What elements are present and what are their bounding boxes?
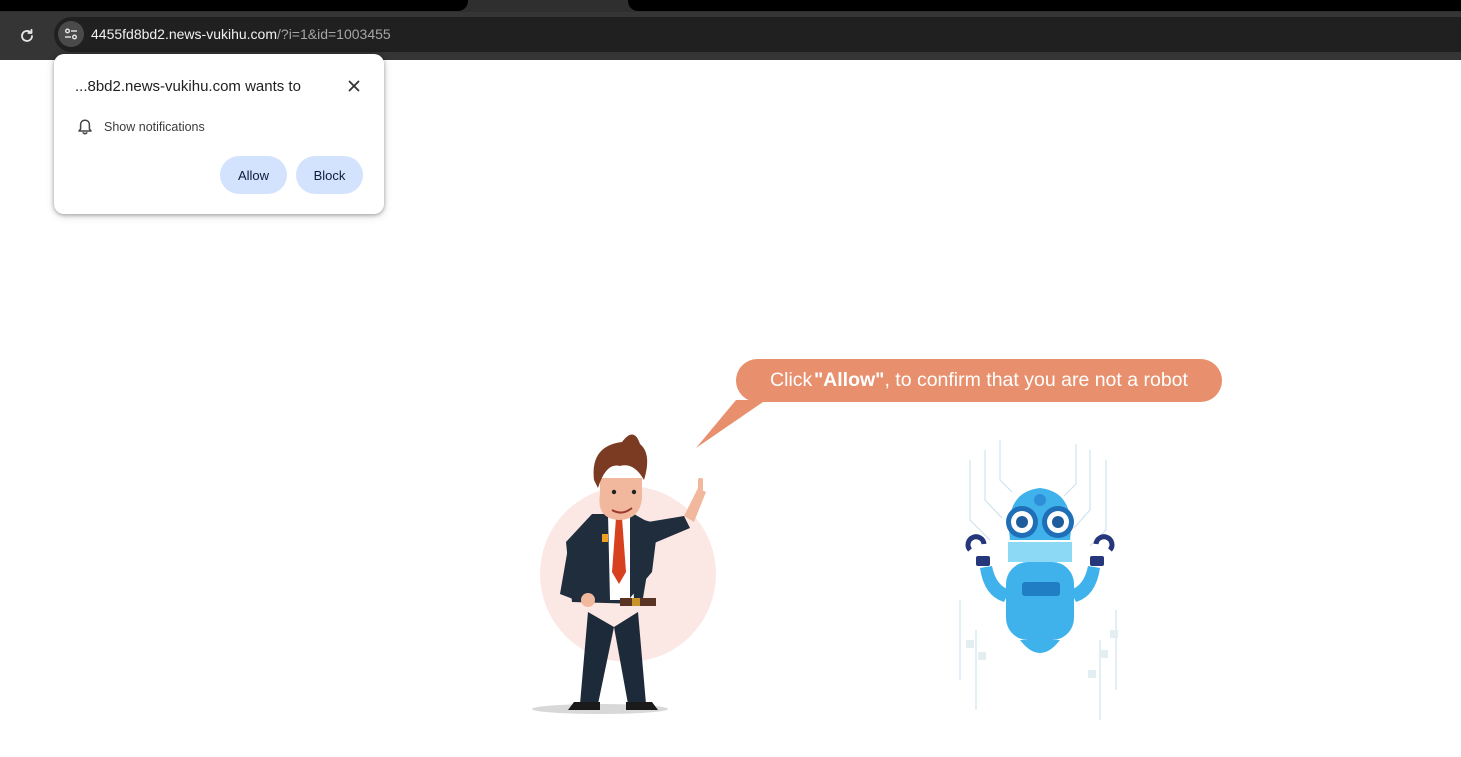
notification-permission-prompt: ...8bd2.news-vukihu.com wants to Show no… <box>54 54 384 214</box>
businessman-illustration <box>532 434 716 714</box>
url-host: 4455fd8bd2.news-vukihu.com <box>91 26 278 42</box>
inactive-tab-area-right[interactable] <box>628 0 1461 11</box>
bell-icon <box>78 119 92 135</box>
allow-button[interactable]: Allow <box>220 156 287 194</box>
url-path: /?i=1&id=1003455 <box>277 26 391 42</box>
prompt-title: ...8bd2.news-vukihu.com wants to <box>75 78 301 95</box>
speech-bubble: Click "Allow", to confirm that you are n… <box>736 359 1222 402</box>
site-info-button[interactable] <box>58 21 84 47</box>
inactive-tab-area-left[interactable] <box>0 0 468 11</box>
permission-label: Show notifications <box>104 120 205 134</box>
bubble-suffix: , to confirm that you are not a robot <box>884 369 1188 391</box>
tab-strip <box>0 0 1461 12</box>
bubble-prefix: Click <box>770 369 813 391</box>
bubble-allow-word: "Allow" <box>813 369 885 391</box>
url-text[interactable]: 4455fd8bd2.news-vukihu.com/?i=1&id=10034… <box>91 26 391 42</box>
close-icon <box>348 80 360 92</box>
tune-icon <box>65 28 77 40</box>
address-bar[interactable]: 4455fd8bd2.news-vukihu.com/?i=1&id=10034… <box>54 17 1461 52</box>
reload-icon <box>21 28 33 42</box>
browser-toolbar: 4455fd8bd2.news-vukihu.com/?i=1&id=10034… <box>0 12 1461 60</box>
block-button[interactable]: Block <box>296 156 363 194</box>
close-button[interactable] <box>344 76 364 96</box>
reload-button[interactable] <box>13 22 41 50</box>
robot-illustration <box>959 440 1118 720</box>
